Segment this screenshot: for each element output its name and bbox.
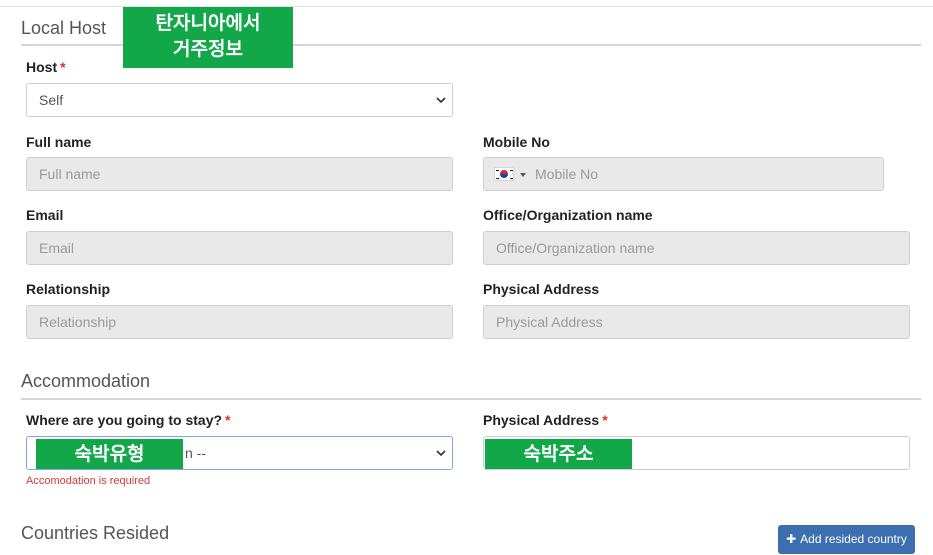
host-select[interactable]: Self xyxy=(26,83,453,117)
accommodation-address-label: Physical Address * xyxy=(483,412,608,428)
organization-input[interactable]: Office/Organization name xyxy=(483,231,910,265)
required-asterisk: * xyxy=(602,412,608,428)
relationship-input[interactable]: Relationship xyxy=(26,305,453,339)
relationship-label: Relationship xyxy=(26,281,111,297)
host-label: Host * xyxy=(26,59,66,75)
accommodation-address-label-text: Physical Address xyxy=(483,412,600,428)
caret-down-icon[interactable] xyxy=(520,173,526,177)
add-button-label: Add resided country xyxy=(800,532,907,546)
organization-label: Office/Organization name xyxy=(483,207,653,223)
section-title-accommodation: Accommodation xyxy=(21,371,151,391)
physical-address-label: Physical Address xyxy=(483,281,600,297)
physical-address-input[interactable]: Physical Address xyxy=(483,305,910,339)
annotation-stay-address: 숙박주소 xyxy=(485,439,632,469)
email-input[interactable]: Email xyxy=(26,231,453,265)
required-asterisk: * xyxy=(225,412,231,428)
mobile-input[interactable]: Mobile No xyxy=(483,157,884,191)
chevron-down-icon xyxy=(436,97,446,104)
host-select-value: Self xyxy=(39,92,64,108)
mobile-placeholder: Mobile No xyxy=(535,166,599,182)
annotation-line-1: 탄자니아에서 xyxy=(155,12,261,34)
full-name-label: Full name xyxy=(26,134,92,150)
annotation-stay-type: 숙박유형 xyxy=(36,439,183,469)
required-asterisk: * xyxy=(60,59,66,75)
host-label-text: Host xyxy=(26,59,58,75)
stay-select-value: n -- xyxy=(185,445,206,461)
chevron-down-icon xyxy=(436,450,446,457)
section-divider-accommodation xyxy=(21,398,921,400)
annotation-residence-info: 탄자니아에서 거주정보 xyxy=(123,7,293,68)
add-resided-country-button[interactable]: ✚ Add resided country xyxy=(778,525,915,554)
email-label: Email xyxy=(26,207,64,223)
full-name-input[interactable]: Full name xyxy=(26,157,453,191)
annotation-line-2: 거주정보 xyxy=(173,38,243,60)
stay-label-text: Where are you going to stay? xyxy=(26,412,223,428)
mobile-label: Mobile No xyxy=(483,134,550,150)
stay-label: Where are you going to stay? * xyxy=(26,412,230,428)
south-korea-flag-icon[interactable] xyxy=(494,167,514,181)
stay-error-message: Accomodation is required xyxy=(26,475,151,487)
plus-icon: ✚ xyxy=(786,532,797,546)
section-title-local-host: Local Host xyxy=(21,18,107,38)
section-title-countries-resided: Countries Resided xyxy=(21,523,170,543)
